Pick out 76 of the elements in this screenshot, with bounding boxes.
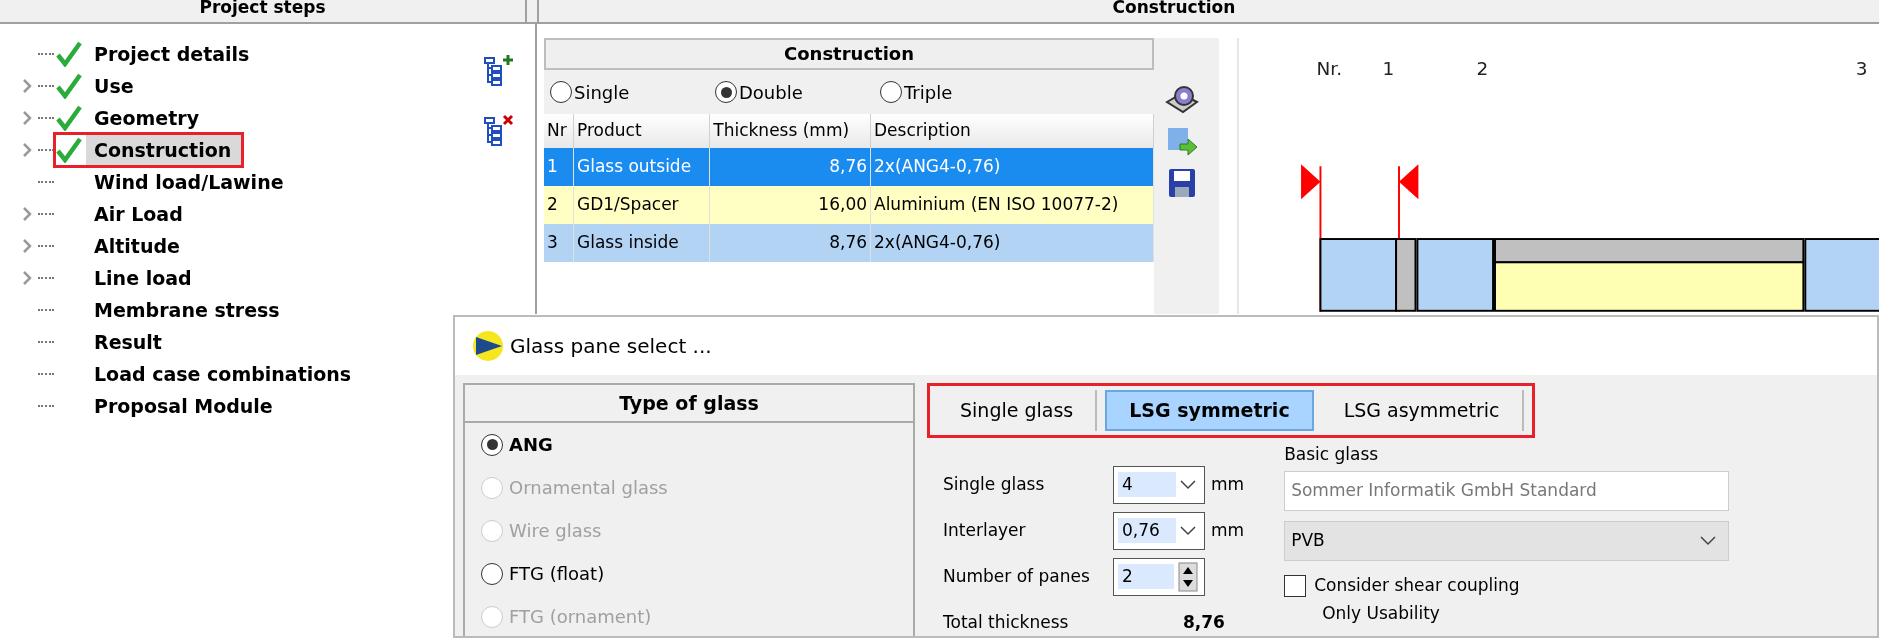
table-cell: 8,76 xyxy=(709,224,871,262)
total-value: 8,76 xyxy=(1183,610,1225,634)
chevron-icon[interactable] xyxy=(22,206,32,222)
panel-header: Project steps xyxy=(0,0,527,22)
tree-item[interactable]: Altitude xyxy=(86,230,190,262)
checkbox-label: Consider shear coupling xyxy=(1314,574,1520,598)
chevron-icon[interactable] xyxy=(22,238,32,254)
tree-item[interactable]: Membrane stress xyxy=(86,294,290,326)
layer-number: 3 xyxy=(1855,58,1868,80)
tree-remove-icon[interactable] xyxy=(484,114,516,146)
tree-item[interactable]: Proposal Module xyxy=(86,390,283,422)
export-icon[interactable] xyxy=(1165,126,1198,158)
unit-label: mm xyxy=(1211,518,1245,542)
save-icon[interactable] xyxy=(1167,168,1196,198)
tree-item[interactable]: Air Load xyxy=(86,198,193,230)
dialog-title: Glass pane select ... xyxy=(510,333,712,360)
field-label: Interlayer xyxy=(943,518,1027,542)
table-cell: 8,76 xyxy=(709,148,871,186)
table-cell: Glass outside xyxy=(573,148,710,186)
table-cell: 1 xyxy=(544,148,574,186)
table-cell: 3 xyxy=(544,224,574,262)
layer-number: Nr. xyxy=(1316,58,1343,80)
tree-item[interactable]: Wind load/Lawine xyxy=(86,166,294,198)
unit-label: mm xyxy=(1211,472,1245,496)
column-header[interactable]: Nr xyxy=(544,114,574,148)
table-cell: 2x(ANG4-0,76) xyxy=(870,148,1154,186)
tree-item[interactable]: Geometry xyxy=(86,102,210,134)
combo-field[interactable]: 0,76 xyxy=(1113,511,1205,550)
tree-item[interactable]: Result xyxy=(86,326,172,358)
table-cell: Aluminium (EN ISO 10077-2) xyxy=(870,186,1154,224)
table-cell: 2 xyxy=(544,186,574,224)
tree-add-icon[interactable] xyxy=(484,54,516,86)
column-header[interactable]: Description xyxy=(870,114,1154,148)
table-cell: 2x(ANG4-0,76) xyxy=(870,224,1154,262)
caret-icon xyxy=(1180,525,1196,536)
radio-option[interactable]: Single xyxy=(550,78,715,106)
tab[interactable]: LSG asymmetric xyxy=(1321,390,1524,431)
tab[interactable]: LSG symmetric xyxy=(1105,390,1314,431)
field-label: Basic glass xyxy=(1284,442,1379,466)
radio-option[interactable]: FTG (float) xyxy=(465,552,913,595)
spin-field[interactable]: 2 xyxy=(1113,557,1205,596)
tree-item[interactable]: Use xyxy=(86,70,144,102)
radio-option[interactable]: Triple xyxy=(880,78,1045,106)
spinner-icon[interactable] xyxy=(1178,561,1198,592)
field-label: Number of panes xyxy=(943,564,1091,588)
field-label: Total thickness xyxy=(943,610,1070,634)
table-cell: 16,00 xyxy=(709,186,871,224)
panel-header: Construction xyxy=(544,38,1154,70)
column-header[interactable]: Thickness (mm) xyxy=(709,114,871,148)
checkbox[interactable] xyxy=(1284,575,1307,597)
combo-field[interactable]: 4 xyxy=(1113,465,1205,504)
play-icon xyxy=(472,330,504,362)
chevron-icon[interactable] xyxy=(22,78,32,94)
radio-option[interactable]: ANG xyxy=(465,423,913,466)
caret-icon xyxy=(1180,479,1196,490)
chevron-icon[interactable] xyxy=(22,270,32,286)
layer-number: 2 xyxy=(1476,58,1489,80)
column-header[interactable]: Product xyxy=(573,114,710,148)
caret-icon xyxy=(1700,536,1717,546)
basic-glass-field: Sommer Informatik GmbH Standard xyxy=(1284,471,1730,511)
tab[interactable]: Single glass xyxy=(938,390,1098,431)
layer-number: 1 xyxy=(1382,58,1395,80)
field-label: Single glass xyxy=(943,472,1046,496)
tree-item[interactable]: Construction xyxy=(86,134,242,166)
chevron-icon[interactable] xyxy=(22,110,32,126)
table-cell: Glass inside xyxy=(573,224,710,262)
tree-item[interactable]: Line load xyxy=(86,262,202,294)
table-cell: GD1/Spacer xyxy=(573,186,710,224)
note-text: Only Usability xyxy=(1322,603,1440,623)
dropdown-value: PVB xyxy=(1291,529,1325,553)
radio-option[interactable]: Double xyxy=(715,78,880,106)
interlayer-dropdown[interactable]: PVB xyxy=(1284,521,1730,561)
panel-header: Construction xyxy=(537,0,1879,22)
chevron-icon[interactable] xyxy=(22,142,32,158)
tree-item[interactable]: Project details xyxy=(86,38,260,70)
tree-item[interactable]: Load case combinations xyxy=(86,358,362,390)
